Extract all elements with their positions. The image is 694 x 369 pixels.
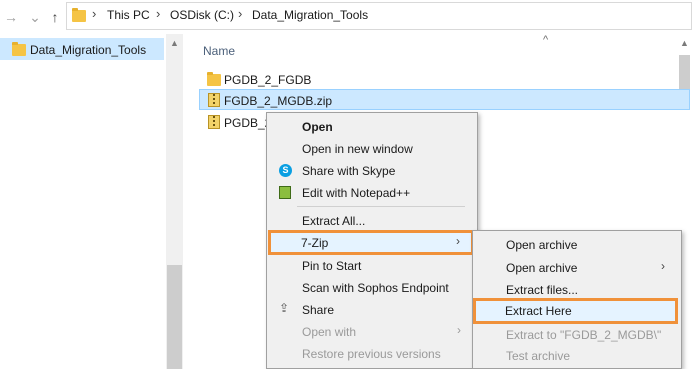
sort-ascending-icon: ^ xyxy=(543,34,549,46)
breadcrumb-separator: › xyxy=(92,6,97,21)
submenu-item-extract-here-highlight[interactable] xyxy=(473,298,678,324)
menu-item-open-with[interactable]: Open with xyxy=(302,325,356,339)
navigation-pane xyxy=(0,34,186,369)
notepad-plus-plus-icon xyxy=(279,186,291,199)
menu-item-restore-previous-versions[interactable]: Restore previous versions xyxy=(302,347,441,361)
submenu-arrow-icon: › xyxy=(661,259,665,273)
submenu-item-open-archive-with[interactable]: Open archive xyxy=(506,261,577,275)
menu-item-extract-all[interactable]: Extract All... xyxy=(302,214,365,228)
zip-file-icon xyxy=(208,115,220,129)
scroll-up-icon[interactable]: ▲ xyxy=(166,38,183,52)
submenu-item-extract-to-folder[interactable]: Extract to "FGDB_2_MGDB\" xyxy=(506,328,661,342)
back-button[interactable]: → xyxy=(2,8,20,26)
submenu-item-test-archive[interactable]: Test archive xyxy=(506,349,570,363)
breadcrumb-this-pc[interactable]: This PC xyxy=(107,8,150,22)
share-icon: ⇪ xyxy=(279,301,290,315)
folder-icon xyxy=(207,72,221,86)
menu-item-7zip-highlight[interactable] xyxy=(268,230,474,255)
menu-separator xyxy=(297,206,465,207)
skype-icon: S xyxy=(279,164,292,177)
menu-item-edit-with-notepad-plus-plus[interactable]: Edit with Notepad++ xyxy=(302,186,410,200)
submenu-item-open-archive[interactable]: Open archive xyxy=(506,238,577,252)
submenu-arrow-icon: › xyxy=(456,234,460,248)
file-row-fgdb-2-mgdb-zip[interactable]: FGDB_2_MGDB.zip xyxy=(224,94,332,108)
folder-icon xyxy=(72,8,86,22)
menu-item-scan-with-sophos[interactable]: Scan with Sophos Endpoint xyxy=(302,281,449,295)
breadcrumb-separator: › xyxy=(238,6,243,21)
breadcrumb-data-migration-tools[interactable]: Data_Migration_Tools xyxy=(252,8,368,22)
submenu-item-extract-files[interactable]: Extract files... xyxy=(506,283,578,297)
menu-item-7zip[interactable]: 7-Zip xyxy=(301,236,328,250)
nav-item-label: Data_Migration_Tools xyxy=(30,43,147,57)
file-row-pgdb-2-fgdb[interactable]: PGDB_2_FGDB xyxy=(224,73,311,87)
scroll-up-icon[interactable]: ▲ xyxy=(676,38,693,52)
nav-scrollbar-thumb[interactable] xyxy=(167,265,182,369)
submenu-arrow-icon: › xyxy=(457,323,461,337)
menu-item-share-with-skype[interactable]: Share with Skype xyxy=(302,164,395,178)
up-button[interactable]: ↑ xyxy=(46,8,64,26)
menu-item-open[interactable]: Open xyxy=(302,120,333,134)
menu-item-pin-to-start[interactable]: Pin to Start xyxy=(302,259,361,273)
folder-icon xyxy=(12,42,26,56)
menu-item-share[interactable]: Share xyxy=(302,303,334,317)
breadcrumb-separator: › xyxy=(156,6,161,21)
zip-file-icon xyxy=(208,93,220,107)
breadcrumb-osdisk[interactable]: OSDisk (C:) xyxy=(170,8,234,22)
menu-item-open-in-new-window[interactable]: Open in new window xyxy=(302,142,413,156)
recent-locations-dropdown-icon[interactable]: ⌄ xyxy=(26,8,44,26)
column-header-name[interactable]: Name xyxy=(203,44,235,58)
submenu-item-extract-here[interactable]: Extract Here xyxy=(505,304,572,318)
